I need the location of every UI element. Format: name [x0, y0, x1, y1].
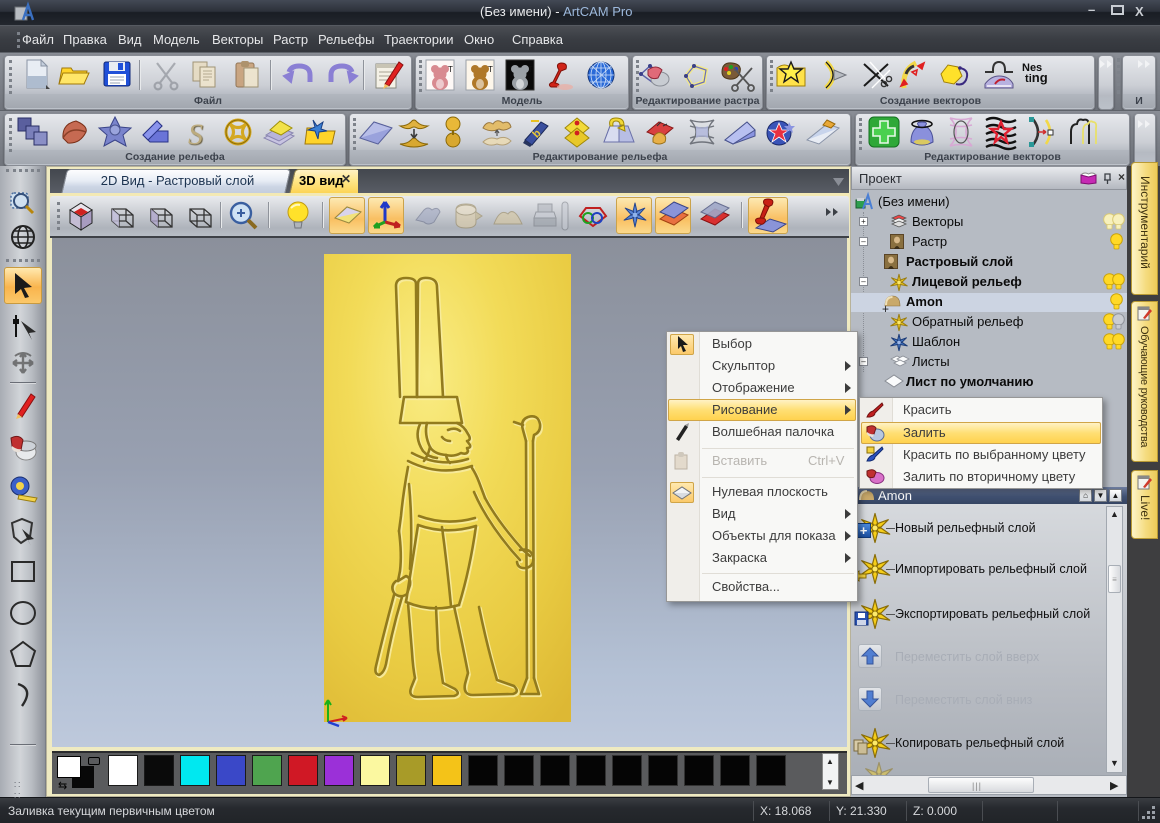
- svg-text:T: T: [528, 65, 533, 74]
- svg-text:T: T: [448, 65, 453, 74]
- svg-text:T: T: [488, 65, 493, 74]
